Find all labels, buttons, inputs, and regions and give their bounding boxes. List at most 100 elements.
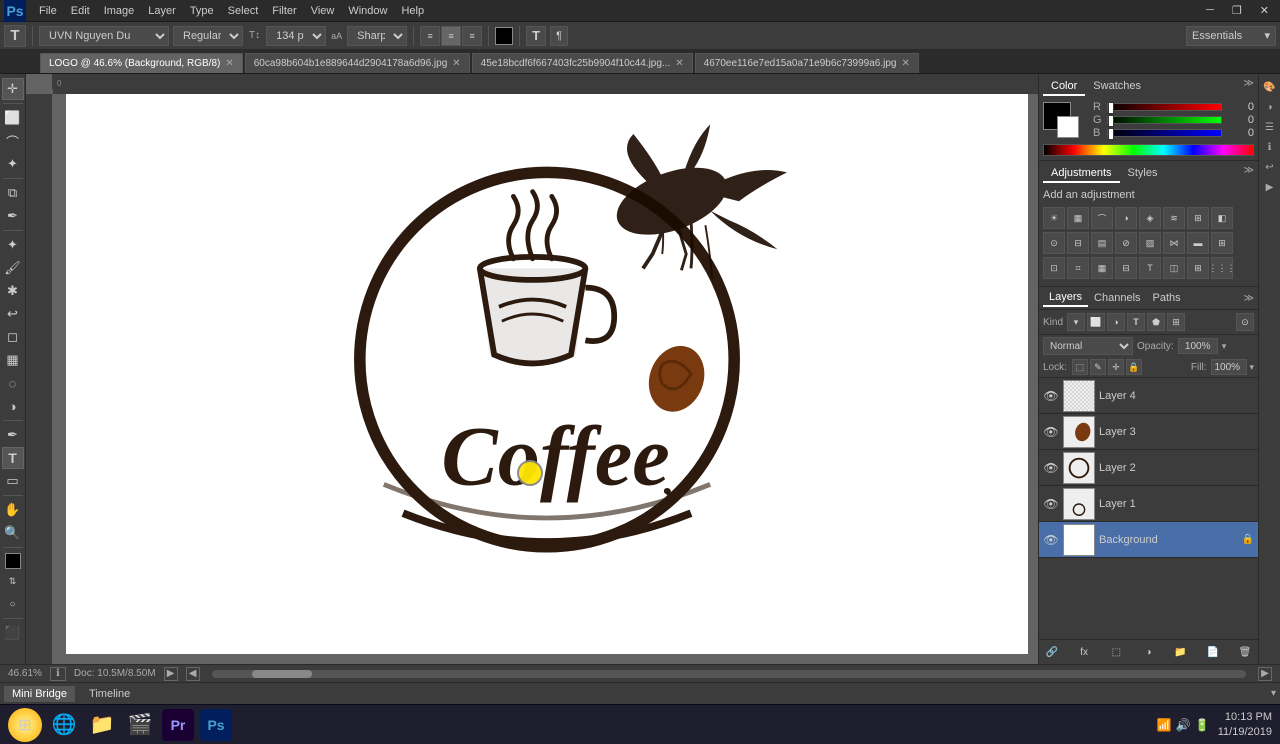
window-restore[interactable]: ❐ bbox=[1225, 2, 1249, 19]
menu-filter[interactable]: Filter bbox=[265, 3, 303, 19]
align-left-button[interactable]: ≡ bbox=[420, 26, 440, 46]
taskbar-explorer-icon[interactable]: 📁 bbox=[86, 709, 118, 741]
adj-panel-collapse[interactable]: ≫ bbox=[1244, 165, 1254, 183]
menu-edit[interactable]: Edit bbox=[64, 3, 97, 19]
layers-panel-collapse[interactable]: ≫ bbox=[1244, 293, 1254, 304]
fill-dropdown-icon[interactable]: ▾ bbox=[1249, 362, 1254, 373]
filter-smartobj-icon[interactable]: ⊞ bbox=[1167, 313, 1185, 331]
marquee-tool[interactable]: ⬜ bbox=[2, 107, 24, 129]
red-slider-handle[interactable] bbox=[1108, 102, 1114, 114]
healing-brush-tool[interactable]: ✦ bbox=[2, 234, 24, 256]
brightness-adj-icon[interactable]: ☀ bbox=[1043, 207, 1065, 229]
filter-adj-icon[interactable]: ◑ bbox=[1107, 313, 1125, 331]
fill-value[interactable]: 100% bbox=[1211, 359, 1247, 375]
new-layer-icon[interactable]: 📄 bbox=[1204, 643, 1222, 661]
opacity-value[interactable]: 100% bbox=[1178, 338, 1218, 354]
text-tool[interactable]: T bbox=[2, 447, 24, 469]
blur-tool[interactable]: ◌ bbox=[2, 372, 24, 394]
green-slider-handle[interactable] bbox=[1108, 115, 1114, 127]
stamp-tool[interactable]: ✱ bbox=[2, 280, 24, 302]
canvas-area[interactable]: 0 bbox=[26, 74, 1038, 664]
bottom-panel-collapse[interactable]: ▾ bbox=[1271, 688, 1276, 699]
invert-adj-icon[interactable]: ⊘ bbox=[1115, 232, 1137, 254]
layer-row-1[interactable]: 👁 Layer 1 bbox=[1039, 486, 1258, 522]
lock-all-icon[interactable]: 🔒 bbox=[1126, 359, 1142, 375]
adj-icon-g[interactable]: ⊞ bbox=[1187, 257, 1209, 279]
adj-icon-c[interactable]: ▦ bbox=[1091, 257, 1113, 279]
new-fill-adj-icon[interactable]: ◑ bbox=[1139, 643, 1157, 661]
dodge-tool[interactable]: ◑ bbox=[2, 395, 24, 417]
color-tab[interactable]: Color bbox=[1043, 78, 1085, 96]
delete-layer-icon[interactable]: 🗑 bbox=[1236, 643, 1254, 661]
side-actions-icon[interactable]: ▶ bbox=[1261, 178, 1279, 196]
pen-tool[interactable]: ✒ bbox=[2, 424, 24, 446]
filter-pixel-icon[interactable]: ⬜ bbox=[1087, 313, 1105, 331]
levels-adj-icon[interactable]: ▦ bbox=[1067, 207, 1089, 229]
layer-row-3[interactable]: 👁 Layer 3 bbox=[1039, 414, 1258, 450]
crop-tool[interactable]: ⧉ bbox=[2, 182, 24, 204]
essentials-select[interactable]: Essentials ▾ bbox=[1186, 26, 1276, 46]
menu-layer[interactable]: Layer bbox=[141, 3, 183, 19]
quick-mask-button[interactable]: ○ bbox=[2, 593, 24, 615]
lock-position-icon[interactable]: ✛ bbox=[1108, 359, 1124, 375]
window-close[interactable]: ✕ bbox=[1253, 2, 1276, 19]
gradient-map-adj-icon[interactable]: ▬ bbox=[1187, 232, 1209, 254]
scrollbar-thumb[interactable] bbox=[252, 670, 312, 678]
move-tool[interactable]: ✛ bbox=[2, 78, 24, 100]
selective-color-adj-icon[interactable]: ⊞ bbox=[1211, 232, 1233, 254]
swap-colors-icon[interactable]: ⇅ bbox=[2, 570, 24, 592]
taskbar-premiere-icon[interactable]: Pr bbox=[162, 709, 194, 741]
layer-row-background[interactable]: 👁 Background 🔒 bbox=[1039, 522, 1258, 558]
adj-icon-b[interactable]: ⌗ bbox=[1067, 257, 1089, 279]
foreground-color[interactable] bbox=[5, 553, 21, 569]
history-brush-tool[interactable]: ↩ bbox=[2, 303, 24, 325]
background-visibility[interactable]: 👁 bbox=[1043, 532, 1059, 548]
menu-view[interactable]: View bbox=[304, 3, 342, 19]
layer-style-icon[interactable]: fx bbox=[1075, 643, 1093, 661]
layer-row-4[interactable]: 👁 Layer 4 bbox=[1039, 378, 1258, 414]
channels-tab[interactable]: Channels bbox=[1088, 290, 1146, 306]
brush-tool[interactable]: 🖌 bbox=[2, 257, 24, 279]
hsl-adj-icon[interactable]: ≋ bbox=[1163, 207, 1185, 229]
styles-tab[interactable]: Styles bbox=[1120, 165, 1166, 183]
colorbalance-adj-icon[interactable]: ⊞ bbox=[1187, 207, 1209, 229]
gradient-tool[interactable]: ▦ bbox=[2, 349, 24, 371]
adj-icon-d[interactable]: ⊟ bbox=[1115, 257, 1137, 279]
font-family-select[interactable]: UVN Nguyen Du bbox=[39, 26, 169, 46]
posterize-adj-icon[interactable]: ▨ bbox=[1139, 232, 1161, 254]
color-lookup-adj-icon[interactable]: ▤ bbox=[1091, 232, 1113, 254]
side-color-icon[interactable]: 🎨 bbox=[1261, 78, 1279, 96]
add-mask-icon[interactable]: ⬚ bbox=[1107, 643, 1125, 661]
text-tool-icon[interactable]: T bbox=[4, 25, 26, 47]
opacity-dropdown-icon[interactable]: ▾ bbox=[1222, 341, 1227, 352]
green-slider[interactable] bbox=[1107, 116, 1222, 124]
font-size-select[interactable]: 134 pt bbox=[266, 26, 326, 46]
photo-filter-adj-icon[interactable]: ⊙ bbox=[1043, 232, 1065, 254]
eraser-tool[interactable]: ◻ bbox=[2, 326, 24, 348]
tab-logo[interactable]: LOGO @ 46.6% (Background, RGB/8) ✕ bbox=[40, 53, 243, 73]
layer-4-visibility[interactable]: 👁 bbox=[1043, 388, 1059, 404]
hand-tool[interactable]: ✋ bbox=[2, 499, 24, 521]
status-right-arrow[interactable]: ▶ bbox=[1258, 667, 1272, 681]
timeline-tab[interactable]: Timeline bbox=[81, 686, 138, 702]
link-layers-icon[interactable]: 🔗 bbox=[1043, 643, 1061, 661]
layer-1-visibility[interactable]: 👁 bbox=[1043, 496, 1059, 512]
menu-file[interactable]: File bbox=[32, 3, 64, 19]
filter-shape-icon[interactable]: ⬟ bbox=[1147, 313, 1165, 331]
filter-type-icon[interactable]: T bbox=[1127, 313, 1145, 331]
canvas-document[interactable]: Coffee , bbox=[66, 94, 1028, 654]
adj-icon-e[interactable]: T bbox=[1139, 257, 1161, 279]
tab-img3-close[interactable]: ✕ bbox=[901, 58, 909, 69]
shape-tool[interactable]: ▭ bbox=[2, 470, 24, 492]
magic-wand-tool[interactable]: ✦ bbox=[2, 153, 24, 175]
tab-img3[interactable]: 4670ee116e7ed15a0a71e9b6c73999a6.jpg ✕ bbox=[695, 53, 919, 73]
menu-window[interactable]: Window bbox=[341, 3, 394, 19]
kind-filter-dropdown[interactable]: ▾ bbox=[1067, 313, 1085, 331]
menu-help[interactable]: Help bbox=[394, 3, 431, 19]
text-color-swatch[interactable] bbox=[495, 27, 513, 45]
exposure-adj-icon[interactable]: ◑ bbox=[1115, 207, 1137, 229]
red-slider[interactable] bbox=[1107, 103, 1222, 111]
channel-mixer-adj-icon[interactable]: ⊟ bbox=[1067, 232, 1089, 254]
tab-img1[interactable]: 60ca98b604b1e889644d2904178a6d96.jpg ✕ bbox=[245, 53, 470, 73]
taskbar-ie-icon[interactable]: 🌐 bbox=[48, 709, 80, 741]
